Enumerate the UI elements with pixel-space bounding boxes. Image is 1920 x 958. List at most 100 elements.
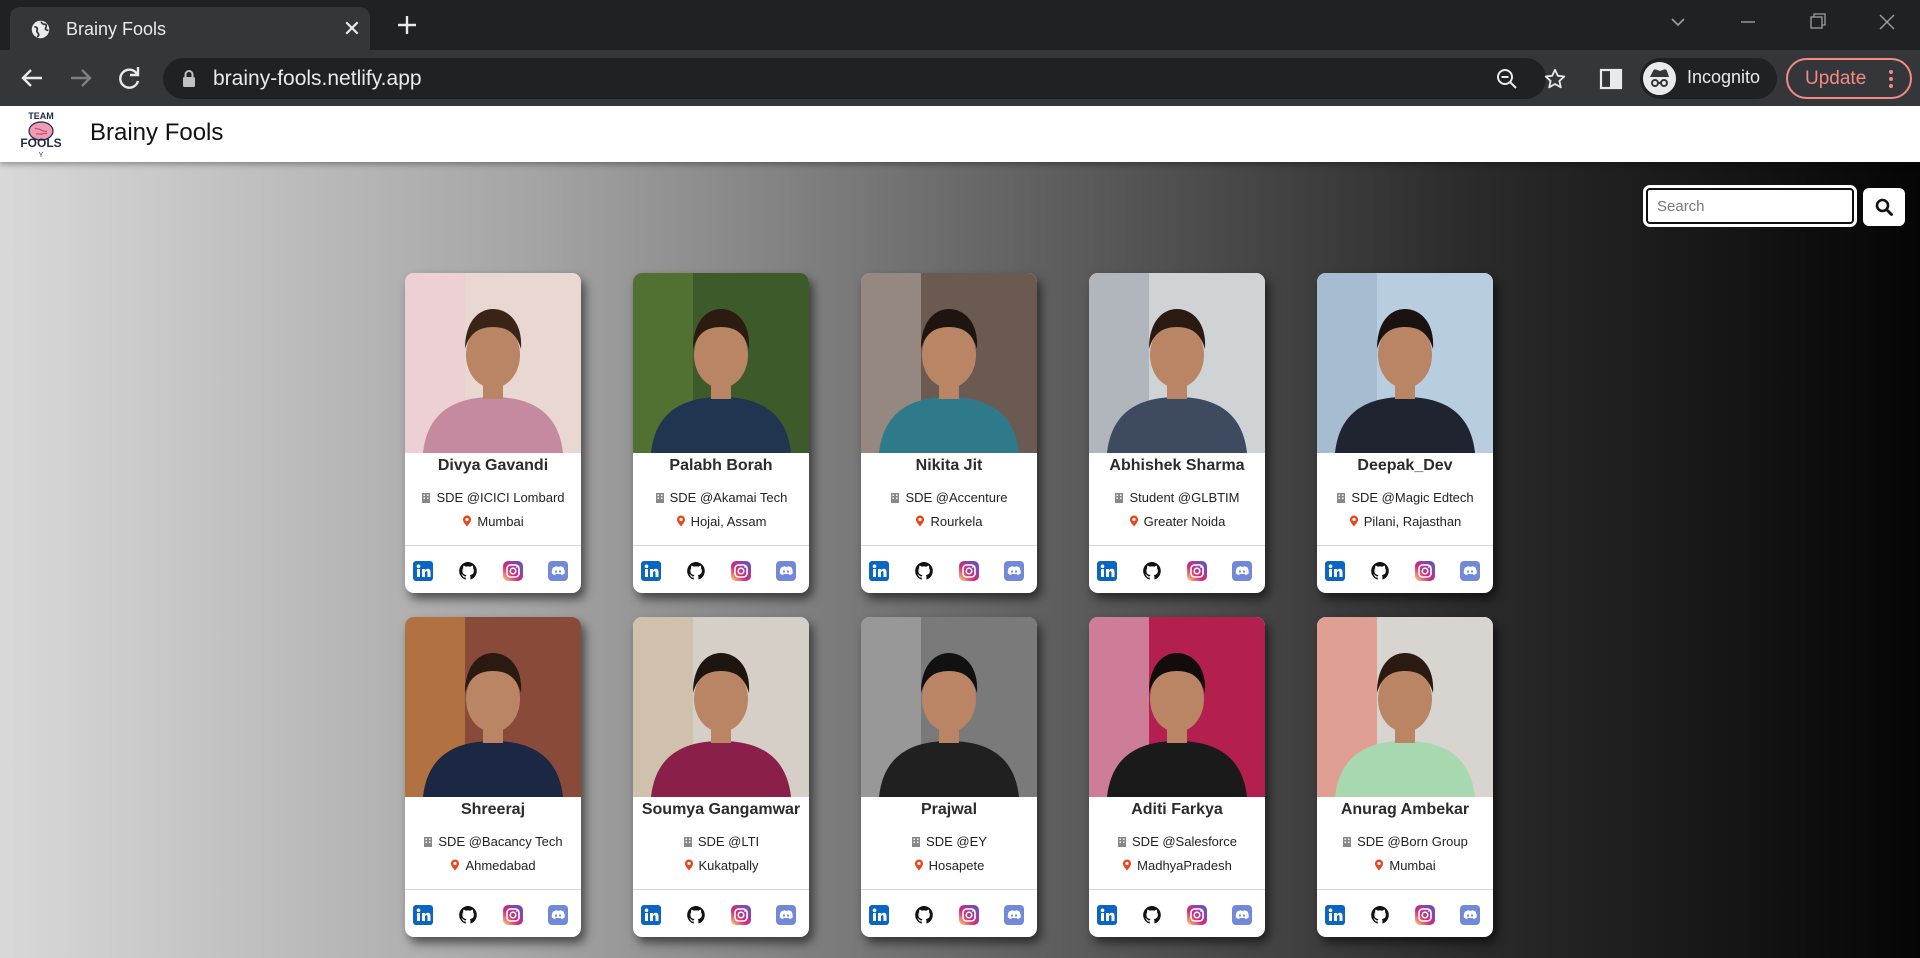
linkedin-icon[interactable] <box>869 561 889 581</box>
discord-icon[interactable] <box>1004 561 1024 581</box>
url-text[interactable]: brainy-fools.netlify.app <box>213 67 422 91</box>
building-icon <box>1118 837 1127 847</box>
member-job-text: SDE @Accenture <box>905 490 1008 505</box>
linkedin-icon[interactable] <box>1325 561 1345 581</box>
instagram-icon[interactable] <box>959 561 979 581</box>
member-location: Kukatpally <box>633 858 809 873</box>
member-job: SDE @ICICI Lombard <box>405 490 581 505</box>
update-label: Update <box>1805 68 1867 89</box>
linkedin-icon[interactable] <box>869 905 889 925</box>
search-input[interactable] <box>1643 185 1857 227</box>
member-card[interactable]: Anurag Ambekar SDE @Born Group Mumbai <box>1317 617 1493 937</box>
member-card[interactable]: Prajwal SDE @EY Hosapete <box>861 617 1037 937</box>
linkedin-icon[interactable] <box>413 561 433 581</box>
bookmark-star-icon[interactable] <box>1543 67 1567 91</box>
brand-title[interactable]: Brainy Fools <box>90 119 223 147</box>
restore-icon[interactable] <box>1800 8 1834 36</box>
instagram-icon[interactable] <box>1415 905 1435 925</box>
building-icon <box>1337 493 1346 503</box>
member-job-text: SDE @LTI <box>697 834 760 849</box>
site-navbar: TEAM FOOLS Y Brainy Fools <box>0 106 1920 162</box>
member-job: SDE @Akamai Tech <box>633 490 809 505</box>
tab-strip: Brainy Fools ✕ <box>0 0 1920 50</box>
linkedin-icon[interactable] <box>1325 905 1345 925</box>
social-links <box>633 905 809 927</box>
discord-icon[interactable] <box>1460 561 1480 581</box>
linkedin-icon[interactable] <box>413 905 433 925</box>
browser-tab[interactable]: Brainy Fools ✕ <box>10 7 370 50</box>
discord-icon[interactable] <box>1004 905 1024 925</box>
instagram-icon[interactable] <box>503 905 523 925</box>
member-job-text: SDE @Bacancy Tech <box>438 834 563 849</box>
member-job-text: SDE @Born Group <box>1357 834 1468 849</box>
member-card[interactable]: Shreeraj SDE @Bacancy Tech Ahmedabad <box>405 617 581 937</box>
discord-icon[interactable] <box>548 561 568 581</box>
card-divider <box>405 545 581 546</box>
discord-icon[interactable] <box>776 905 796 925</box>
discord-icon[interactable] <box>1232 561 1252 581</box>
logo-text-fools: FOOLS <box>20 136 61 150</box>
member-location: Hosapete <box>861 858 1037 873</box>
discord-icon[interactable] <box>548 905 568 925</box>
member-card[interactable]: Palabh Borah SDE @Akamai Tech Hojai, Assam <box>633 273 809 593</box>
new-tab-icon[interactable] <box>392 10 422 40</box>
member-location-text: Hojai, Assam <box>690 514 767 529</box>
github-icon[interactable] <box>1370 561 1390 581</box>
back-arrow-icon[interactable] <box>16 62 48 94</box>
github-icon[interactable] <box>1370 905 1390 925</box>
instagram-icon[interactable] <box>503 561 523 581</box>
incognito-profile-button[interactable]: Incognito <box>1640 58 1777 99</box>
linkedin-icon[interactable] <box>1097 561 1117 581</box>
lock-icon[interactable] <box>181 69 197 88</box>
search-button[interactable] <box>1863 188 1905 226</box>
member-name: Divya Gavandi <box>437 457 549 474</box>
incognito-label: Incognito <box>1687 67 1761 87</box>
side-panel-icon[interactable] <box>1597 65 1625 93</box>
instagram-icon[interactable] <box>1187 561 1207 581</box>
instagram-icon[interactable] <box>731 905 751 925</box>
member-card[interactable]: Abhishek Sharma Student @GLBTIM Greater No… <box>1089 273 1265 593</box>
tab-search-icon[interactable] <box>1661 8 1695 36</box>
github-icon[interactable] <box>458 905 478 925</box>
github-icon[interactable] <box>686 561 706 581</box>
team-fools-logo[interactable]: TEAM FOOLS Y <box>14 109 68 159</box>
member-card[interactable]: Soumya Gangamwar SDE @LTI Kukatpally <box>633 617 809 937</box>
instagram-icon[interactable] <box>1187 905 1207 925</box>
discord-icon[interactable] <box>776 561 796 581</box>
minimize-icon[interactable] <box>1731 8 1765 36</box>
zoom-out-icon[interactable] <box>1495 67 1519 91</box>
instagram-icon[interactable] <box>731 561 751 581</box>
member-card[interactable]: Nikita Jit SDE @Accenture Rourkela <box>861 273 1037 593</box>
address-bar[interactable]: brainy-fools.netlify.app <box>163 58 1566 99</box>
building-icon <box>655 493 664 503</box>
forward-arrow-icon[interactable] <box>65 62 97 94</box>
update-button[interactable]: Update <box>1786 58 1912 99</box>
github-icon[interactable] <box>1142 905 1162 925</box>
member-card[interactable]: Aditi Farkya SDE @Salesforce MadhyaPradesh <box>1089 617 1265 937</box>
close-tab-icon[interactable]: ✕ <box>340 17 364 41</box>
discord-icon[interactable] <box>1460 905 1480 925</box>
kebab-menu-icon[interactable] <box>1886 68 1896 90</box>
member-photo <box>1089 273 1265 453</box>
linkedin-icon[interactable] <box>641 561 661 581</box>
member-card[interactable]: Deepak_Dev SDE @Magic Edtech Pilani, Rajas… <box>1317 273 1493 593</box>
instagram-icon[interactable] <box>959 905 979 925</box>
linkedin-icon[interactable] <box>1097 905 1117 925</box>
linkedin-icon[interactable] <box>641 905 661 925</box>
close-window-icon[interactable] <box>1870 8 1904 36</box>
member-location-text: Mumbai <box>1389 858 1436 873</box>
github-icon[interactable] <box>1142 561 1162 581</box>
github-icon[interactable] <box>686 905 706 925</box>
member-location-text: Kukatpally <box>698 858 759 873</box>
github-icon[interactable] <box>458 561 478 581</box>
member-job: SDE @EY <box>861 834 1037 849</box>
member-job: Student @GLBTIM <box>1089 490 1265 505</box>
reload-icon[interactable] <box>113 62 145 94</box>
instagram-icon[interactable] <box>1415 561 1435 581</box>
member-location-text: MadhyaPradesh <box>1137 858 1232 873</box>
discord-icon[interactable] <box>1232 905 1252 925</box>
member-card[interactable]: Divya Gavandi SDE @ICICI Lombard Mumbai <box>405 273 581 593</box>
card-divider <box>633 889 809 890</box>
github-icon[interactable] <box>914 905 934 925</box>
github-icon[interactable] <box>914 561 934 581</box>
